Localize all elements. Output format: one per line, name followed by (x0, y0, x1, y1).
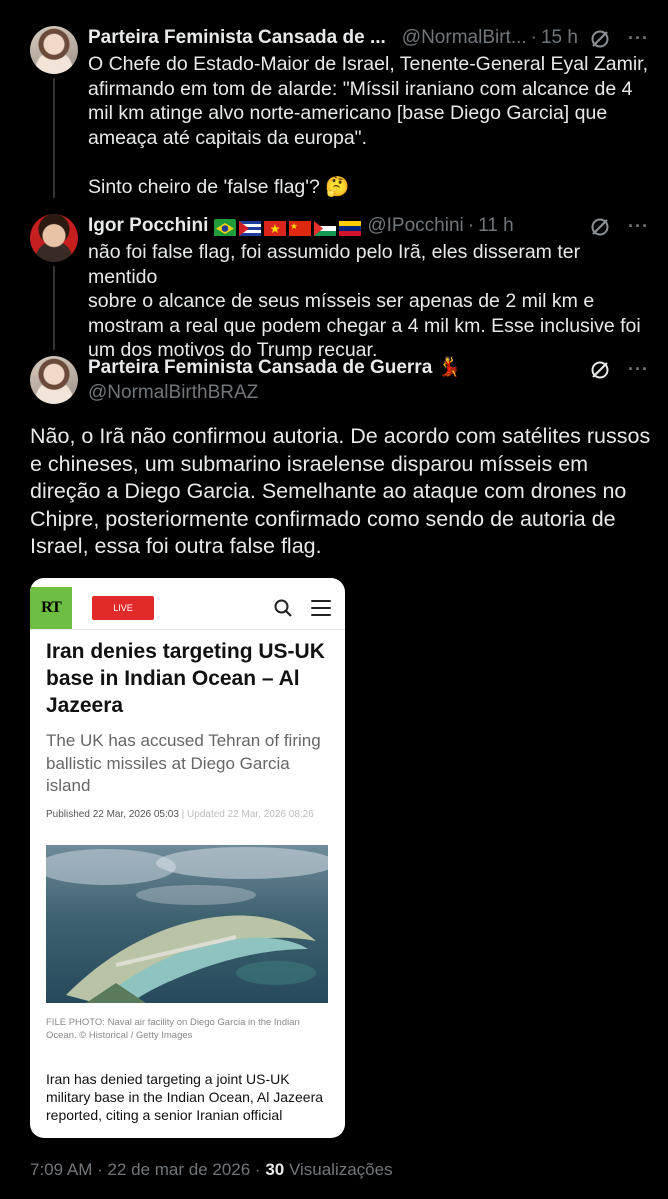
handle-row: @NormalBirthBRAZ (88, 381, 258, 405)
aerial-photo (46, 845, 328, 1003)
timestamp[interactable]: 7:09 AM · 22 de mar de 2026 · (30, 1160, 265, 1179)
china-flag-icon (289, 219, 312, 236)
vietnam-flag-icon (264, 219, 287, 236)
venezuela-flag-icon (339, 219, 362, 236)
display-name[interactable]: Igor Pocchini (88, 214, 208, 238)
palestine-flag-icon (314, 219, 337, 236)
article-subhead: The UK has accused Tehran of firing ball… (46, 731, 321, 795)
avatar[interactable] (30, 214, 78, 262)
cuba-flag-icon (239, 219, 262, 236)
thread-line (53, 266, 55, 350)
tweet-2[interactable]: Igor Pocchini @IPocchini · 11 h ··· não … (0, 200, 668, 361)
tweet-1[interactable]: Parteira Feminista Cansada de ... @Norma… (0, 0, 668, 200)
search-icon (274, 599, 292, 617)
menu-icon (311, 599, 331, 616)
article-headline: Iran denies targeting US-UK base in Indi… (46, 640, 325, 717)
avatar[interactable] (30, 356, 78, 404)
handle[interactable]: @NormalBirt... (402, 26, 527, 50)
views-count: 30 (265, 1160, 285, 1179)
separator-dot: · (530, 27, 537, 48)
display-name[interactable]: Parteira Feminista Cansada de ... (88, 26, 386, 50)
tweet-actions: ··· (590, 359, 649, 380)
live-badge: LIVE (92, 595, 154, 620)
published-date: Published 22 Mar, 2026 05:03 (46, 809, 179, 820)
tweet-image[interactable]: RT LIVE Iran denies targeting US-UK base… (30, 578, 345, 1138)
display-name[interactable]: Parteira Feminista Cansada de Guerra 💃 (88, 356, 461, 380)
tweet-time[interactable]: 11 h (478, 214, 514, 238)
handle[interactable]: @IPocchini (367, 214, 463, 238)
grok-icon[interactable] (590, 217, 610, 237)
tweet-header: Igor Pocchini @IPocchini · 11 h (88, 214, 514, 238)
brazil-flag-icon (214, 218, 237, 236)
rt-logo: RT (30, 586, 72, 629)
tweet-actions: ··· (590, 28, 649, 49)
grok-icon[interactable] (590, 29, 610, 49)
more-icon[interactable]: ··· (628, 216, 649, 237)
tweet-header: Parteira Feminista Cansada de Guerra 💃 (88, 356, 461, 380)
tweet-text: O Chefe do Estado-Maior de Israel, Tenen… (88, 53, 648, 198)
grok-icon[interactable] (590, 360, 610, 380)
tweet-meta: 7:09 AM · 22 de mar de 2026 · 30 Visuali… (30, 1160, 393, 1180)
updated-date: | Updated 22 Mar, 2026 08:26 (178, 809, 314, 820)
tweet-header: Parteira Feminista Cansada de ... @Norma… (88, 26, 578, 50)
article-dates: Published 22 Mar, 2026 05:03 | Updated 2… (46, 808, 331, 821)
more-icon[interactable]: ··· (628, 28, 649, 49)
more-icon[interactable]: ··· (628, 359, 649, 380)
flag-emojis (214, 218, 362, 236)
views-label: Visualizações (284, 1160, 393, 1179)
tweet-actions: ··· (590, 216, 649, 237)
tweet-text: Não, o Irã não confirmou autoria. De aco… (30, 424, 651, 558)
handle[interactable]: @NormalBirthBRAZ (88, 381, 258, 405)
photo-caption: FILE PHOTO: Naval air facility on Diego … (46, 1017, 300, 1041)
tweet-time[interactable]: 15 h (541, 26, 578, 50)
article-lead: Iran has denied targeting a joint US-UK … (46, 1071, 324, 1123)
tweet-text: não foi false flag, foi assumido pelo Ir… (88, 241, 641, 361)
avatar[interactable] (30, 26, 78, 74)
separator-dot: · (467, 215, 475, 236)
rt-header-bar: RT LIVE (30, 578, 345, 630)
thread-line (53, 78, 55, 198)
